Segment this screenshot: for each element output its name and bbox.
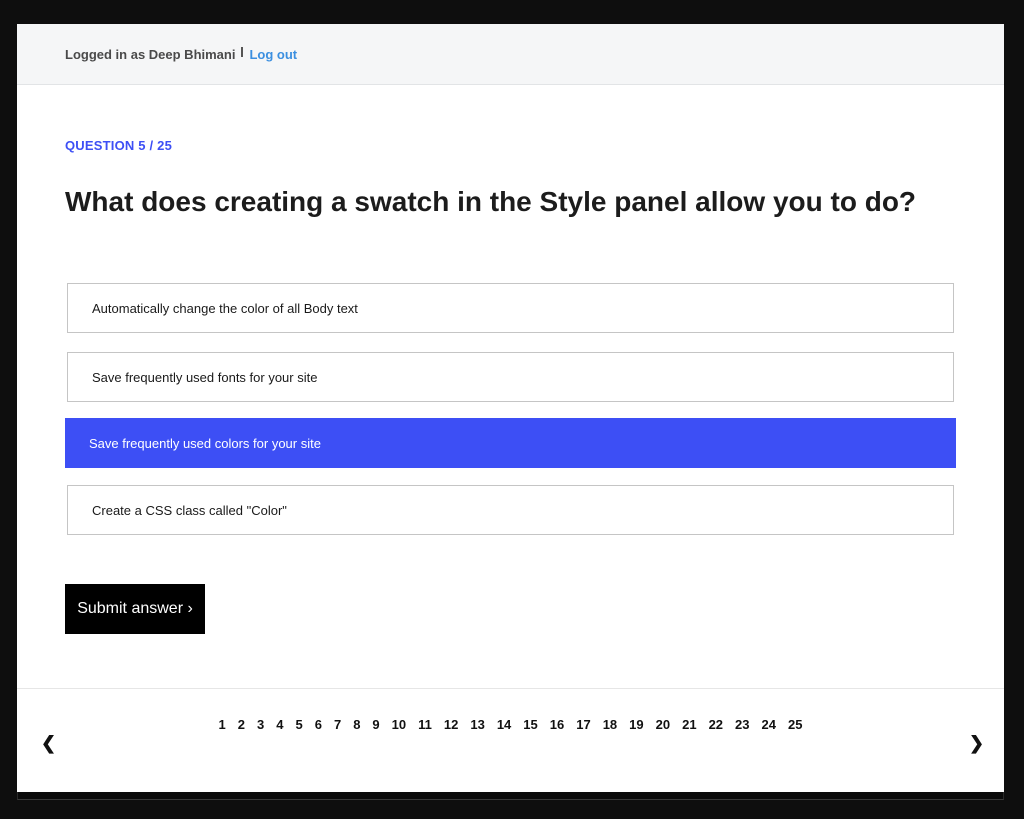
question-pagination: ❮ 1 2 3 4 5 6 7 8 9 10 11 12 13 14 15 16 17 18 19 20 21 22 23 2… <box>17 688 1004 792</box>
submit-answer-button[interactable]: Submit answer › <box>65 584 205 634</box>
page-number-list: 1 2 3 4 5 6 7 8 9 10 11 12 13 14 15 16 17 18 19 20 21 22 23 24 2… <box>127 717 894 733</box>
page-link-5[interactable]: 5 <box>289 717 308 733</box>
answer-option-label: Save frequently used fonts for your site <box>92 369 318 385</box>
top-bar: Logged in as Deep Bhimani Log out <box>17 24 1004 85</box>
answer-option-label: Create a CSS class called "Color" <box>92 502 287 518</box>
page-link-15[interactable]: 15 <box>517 717 543 733</box>
page-link-22[interactable]: 22 <box>703 717 729 733</box>
page-link-9[interactable]: 9 <box>366 717 385 733</box>
page-link-10[interactable]: 10 <box>386 717 412 733</box>
page-link-14[interactable]: 14 <box>491 717 517 733</box>
answer-option-1[interactable]: Automatically change the color of all Bo… <box>67 283 954 333</box>
answer-option-label: Automatically change the color of all Bo… <box>92 300 358 316</box>
separator <box>241 47 244 57</box>
page-link-16[interactable]: 16 <box>544 717 570 733</box>
page-link-21[interactable]: 21 <box>676 717 702 733</box>
quiz-window: Logged in as Deep Bhimani Log out QUESTI… <box>17 24 1004 792</box>
window-bottom-edge <box>17 792 1004 800</box>
answer-option-2[interactable]: Save frequently used fonts for your site <box>67 352 954 402</box>
logged-in-text: Logged in as Deep Bhimani <box>65 46 236 62</box>
question-text: What does creating a swatch in the Style… <box>65 186 917 217</box>
page-link-20[interactable]: 20 <box>650 717 676 733</box>
page-link-3[interactable]: 3 <box>251 717 270 733</box>
page-link-23[interactable]: 23 <box>729 717 755 733</box>
page-link-24[interactable]: 24 <box>756 717 782 733</box>
page-link-18[interactable]: 18 <box>597 717 623 733</box>
page-link-11[interactable]: 11 <box>412 717 438 733</box>
chevron-right-icon[interactable]: ❯ <box>969 733 984 754</box>
logout-link[interactable]: Log out <box>249 47 297 62</box>
page-link-19[interactable]: 19 <box>623 717 649 733</box>
page-link-12[interactable]: 12 <box>438 717 464 733</box>
page-link-4[interactable]: 4 <box>270 717 289 733</box>
answer-option-4[interactable]: Create a CSS class called "Color" <box>67 485 954 535</box>
page-link-2[interactable]: 2 <box>232 717 251 733</box>
chevron-left-icon[interactable]: ❮ <box>41 733 56 754</box>
answer-option-3-selected[interactable]: Save frequently used colors for your sit… <box>65 418 956 468</box>
page-link-13[interactable]: 13 <box>464 717 490 733</box>
page-link-7[interactable]: 7 <box>328 717 347 733</box>
page-link-25[interactable]: 25 <box>782 717 808 733</box>
question-counter: QUESTION 5 / 25 <box>65 138 173 153</box>
page-link-8[interactable]: 8 <box>347 717 366 733</box>
answer-option-label: Save frequently used colors for your sit… <box>89 435 321 451</box>
page-link-6[interactable]: 6 <box>309 717 328 733</box>
page-link-1[interactable]: 1 <box>213 717 232 733</box>
page-link-17[interactable]: 17 <box>570 717 596 733</box>
